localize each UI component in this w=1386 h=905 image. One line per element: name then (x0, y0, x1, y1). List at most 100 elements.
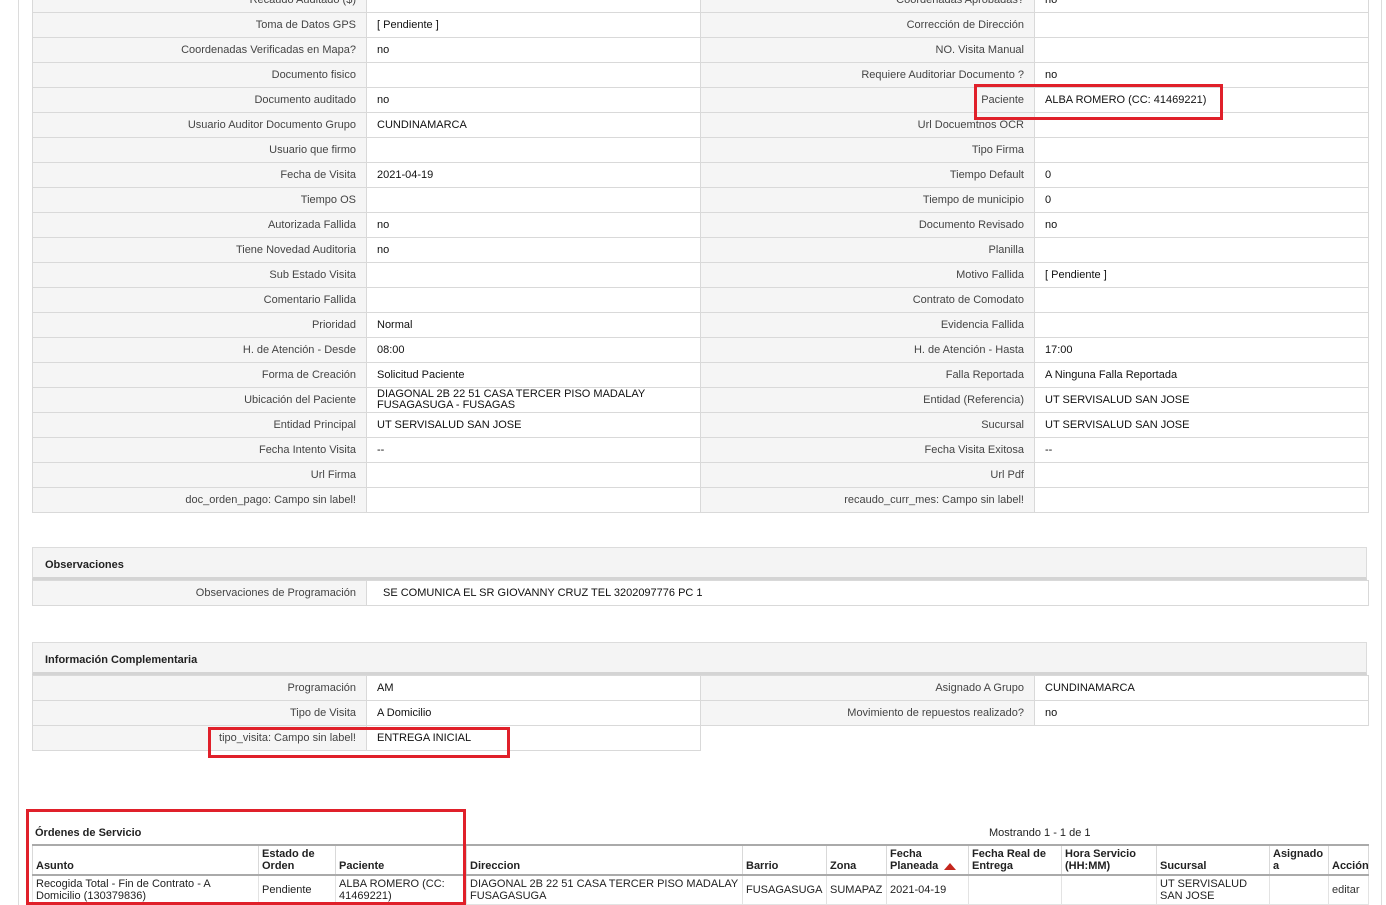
detail-row: Autorizada Fallida no Documento Revisado no (32, 212, 1369, 238)
planilla-label: Planilla (700, 237, 1035, 263)
autorizada-fallida-label: Autorizada Fallida (32, 212, 367, 238)
asignado-grupo-label: Asignado A Grupo (700, 675, 1035, 701)
motivo-fallida-value: [ Pendiente ] (1034, 262, 1369, 288)
observaciones-value: SE COMUNICA EL SR GIOVANNY CRUZ TEL 3202… (366, 580, 1369, 606)
entidad-referencia-value: UT SERVISALUD SAN JOSE (1034, 387, 1369, 413)
coordenadas-aprobadas-label: Coordenadas Aprobadas? (700, 0, 1035, 13)
fecha-de-visita-label: Fecha de Visita (32, 162, 367, 188)
tipo-firma-label: Tipo Firma (700, 137, 1035, 163)
col-fecha-planeada-label: Fecha Planeada (890, 848, 939, 872)
col-direccion[interactable]: Direccion (466, 844, 743, 876)
observaciones-table: Observaciones de Programación SE COMUNIC… (32, 580, 1369, 606)
movimiento-repuestos-value: no (1034, 700, 1369, 726)
detail-row: Tiene Novedad Auditoria no Planilla (32, 237, 1369, 263)
documento-fisico-value (366, 62, 701, 88)
forma-de-creacion-label: Forma de Creación (32, 362, 367, 388)
motivo-fallida-label: Motivo Fallida (700, 262, 1035, 288)
documento-auditado-value: no (366, 87, 701, 113)
detail-row: Tiempo OS Tiempo de municipio 0 (32, 187, 1369, 213)
url-docuemtnos-ocr-value (1034, 112, 1369, 138)
fecha-intento-visita-value: -- (366, 437, 701, 463)
orders-header-row: Asunto Estado de Orden Paciente Direccio… (32, 844, 1369, 876)
detail-row: Usuario que firmo Tipo Firma (32, 137, 1369, 163)
doc-orden-pago-campo-sin-label-value (366, 487, 701, 513)
col-zona[interactable]: Zona (826, 844, 887, 876)
h-de-atencion-hasta-label: H. de Atención - Hasta (700, 337, 1035, 363)
detail-row: Usuario Auditor Documento Grupo CUNDINAMA… (32, 112, 1369, 138)
asignado-grupo-value: CUNDINAMARCA (1034, 675, 1369, 701)
tiempo-os-value (366, 187, 701, 213)
ubicacion-del-paciente-label: Ubicación del Paciente (32, 387, 367, 413)
tipo-visita-value: A Domicilio (366, 700, 701, 726)
recaudo-curr-mes-campo-sin-label-value (1034, 487, 1369, 513)
detail-row: doc_orden_pago: Campo sin label! recaudo_… (32, 487, 1369, 513)
coordenadas-aprobadas-value: no (1034, 0, 1369, 13)
recaudo-auditado-label: Recaudo Auditado ($) (32, 0, 367, 13)
falla-reportada-label: Falla Reportada (700, 362, 1035, 388)
col-asignado[interactable]: Asignado a (1269, 844, 1329, 876)
edit-link[interactable]: editar (1328, 874, 1369, 905)
info-complementaria-section: Información Complementaria Programación … (32, 642, 1369, 751)
toma-de-datos-gps-value: [ Pendiente ] (366, 12, 701, 38)
programacion-value: AM (366, 675, 701, 701)
col-hora-servicio[interactable]: Hora Servicio (HH:MM) (1061, 844, 1157, 876)
visit-details-table: Recaudo Auditado ($) Coordenadas Aprobada… (32, 0, 1369, 513)
forma-de-creacion-value: Solicitud Paciente (366, 362, 701, 388)
orders-table: Asunto Estado de Orden Paciente Direccio… (32, 844, 1369, 905)
detail-row: Documento auditado no Paciente ALBA ROMERO … (32, 87, 1369, 113)
tiempo-de-municipio-label: Tiempo de municipio (700, 187, 1035, 213)
tiempo-default-value: 0 (1034, 162, 1369, 188)
fecha-visita-exitosa-value: -- (1034, 437, 1369, 463)
cell-barrio: FUSAGASUGA (742, 874, 827, 905)
detail-row: Toma de Datos GPS[ Pendiente ] Corrección… (32, 12, 1369, 38)
sucursal-label: Sucursal (700, 412, 1035, 438)
paciente-label: Paciente (700, 87, 1035, 113)
table-row: Recogida Total - Fin de Contrato - A Dom… (32, 874, 1369, 905)
detail-row: Entidad Principal UT SERVISALUD SAN JOSE S… (32, 412, 1369, 438)
detail-row: Documento fisico Requiere Auditoriar Docu… (32, 62, 1369, 88)
col-sucursal[interactable]: Sucursal (1156, 844, 1270, 876)
col-estado[interactable]: Estado de Orden (258, 844, 336, 876)
info-complementaria-title: Información Complementaria (32, 642, 1367, 675)
col-barrio[interactable]: Barrio (742, 844, 827, 876)
entidad-principal-label: Entidad Principal (32, 412, 367, 438)
detail-row: H. de Atención - Desde 08:00 H. de Atenció… (32, 337, 1369, 363)
documento-revisado-value: no (1034, 212, 1369, 238)
tiempo-default-label: Tiempo Default (700, 162, 1035, 188)
url-firma-value (366, 462, 701, 488)
url-docuemtnos-ocr-label: Url Docuemtnos OCR (700, 112, 1035, 138)
tiempo-de-municipio-value: 0 (1034, 187, 1369, 213)
col-fecha-real[interactable]: Fecha Real de Entrega (968, 844, 1062, 876)
tipo-visita-raw-label: tipo_visita: Campo sin label! (32, 725, 367, 751)
no-visita-manual-label: NO. Visita Manual (700, 37, 1035, 63)
col-asunto[interactable]: Asunto (32, 844, 259, 876)
detail-row: Comentario Fallida Contrato de Comodato (32, 287, 1369, 313)
sub-estado-visita-value (366, 262, 701, 288)
recaudo-curr-mes-campo-sin-label-label: recaudo_curr_mes: Campo sin label! (700, 487, 1035, 513)
detail-row: Coordenadas Verificadas en Mapa? no NO. Vi… (32, 37, 1369, 63)
contrato-de-comodato-label: Contrato de Comodato (700, 287, 1035, 313)
left-page-border (18, 0, 19, 905)
col-accion: Acción (1328, 844, 1369, 876)
evidencia-fallida-value (1034, 312, 1369, 338)
correccion-de-direccion-label: Corrección de Dirección (700, 12, 1035, 38)
detail-row: Ubicación del Paciente DIAGONAL 2B 22 51 … (32, 387, 1369, 413)
col-fecha-planeada[interactable]: Fecha Planeada (886, 844, 969, 876)
comentario-fallida-value (366, 287, 701, 313)
no-visita-manual-value (1034, 37, 1369, 63)
cell-hora (1061, 874, 1157, 905)
detail-row: Prioridad Normal Evidencia Fallida (32, 312, 1369, 338)
h-de-atencion-desde-label: H. de Atención - Desde (32, 337, 367, 363)
evidencia-fallida-label: Evidencia Fallida (700, 312, 1035, 338)
fecha-de-visita-value: 2021-04-19 (366, 162, 701, 188)
orders-title: Órdenes de Servicio (35, 827, 142, 839)
autorizada-fallida-value: no (366, 212, 701, 238)
requiere-auditoriar-documento-label: Requiere Auditoriar Documento ? (700, 62, 1035, 88)
detail-row: Recaudo Auditado ($) Coordenadas Aprobada… (32, 0, 1369, 13)
coordenadas-verificadas-en-mapa-value: no (366, 37, 701, 63)
col-paciente[interactable]: Paciente (335, 844, 467, 876)
cell-asignado (1269, 874, 1329, 905)
observaciones-title: Observaciones (32, 547, 1367, 580)
ubicacion-del-paciente-value: DIAGONAL 2B 22 51 CASA TERCER PISO MADAL… (366, 387, 701, 413)
right-page-border (1381, 0, 1382, 905)
